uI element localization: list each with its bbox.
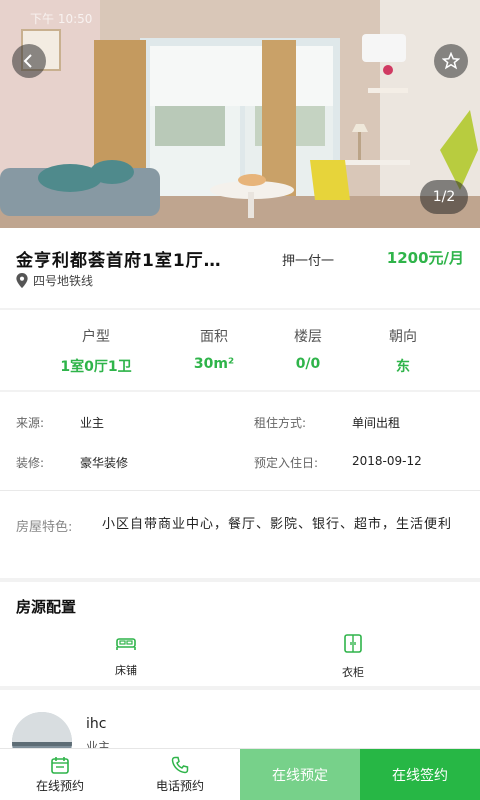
deposit-terms: 押一付一 — [282, 254, 335, 269]
stat-layout: 户型 1室0厅1卫 — [36, 326, 156, 376]
decor-value: 豪华装修 — [80, 456, 129, 470]
listing-price: 1200元/月 — [386, 249, 464, 267]
decor-label: 装修: — [16, 456, 45, 470]
stat-label: 户型 — [82, 329, 110, 345]
rent-mode-label: 租住方式: — [254, 416, 307, 430]
stat-value: 1室0厅1卫 — [60, 359, 132, 375]
online-reserve-button[interactable]: 在线预定 — [240, 749, 360, 800]
room-photo — [0, 0, 480, 228]
wardrobe-icon — [344, 634, 362, 653]
favorite-button[interactable] — [434, 44, 468, 78]
bottom-action-bar: 在线预约 电话预约 在线预定 在线签约 — [0, 748, 480, 800]
amenities-section: 房源配置 床铺 衣柜 — [0, 582, 480, 686]
stat-orientation: 朝向 东 — [343, 326, 463, 376]
feature-label: 房屋特色: — [16, 520, 73, 535]
amenity-label: 床铺 — [115, 664, 137, 677]
listing-header: 金亨利都荟首府1室1厅… 押一付一 1200元/月 四号地铁线 — [0, 228, 480, 308]
phone-appointment-label: 电话预约 — [155, 779, 204, 793]
location-text: 四号地铁线 — [33, 274, 94, 288]
landlord-name: ihc — [86, 716, 107, 732]
online-appointment-button[interactable]: 在线预约 — [0, 749, 120, 800]
calendar-icon — [51, 757, 69, 774]
amenity-wardrobe: 衣柜 — [293, 634, 413, 680]
photo-counter: 1/2 — [420, 180, 468, 214]
online-sign-button[interactable]: 在线签约 — [360, 749, 480, 800]
listing-stats: 户型 1室0厅1卫 面积 30m² 楼层 0/0 朝向 东 — [0, 310, 480, 390]
status-time: 下午 10:50 — [30, 12, 93, 26]
rent-mode-value: 单间出租 — [352, 416, 401, 430]
landlord-card[interactable]: ihc 业主 — [0, 690, 480, 772]
source-label: 来源: — [16, 416, 45, 430]
feature-text: 小区自带商业中心，餐厅、影院、银行、超市，生活便利 — [102, 517, 453, 532]
stat-label: 朝向 — [389, 329, 417, 345]
phone-appointment-button[interactable]: 电话预约 — [120, 749, 240, 800]
amenity-bed: 床铺 — [66, 634, 186, 678]
stat-value: 东 — [396, 359, 410, 375]
divider — [0, 490, 480, 491]
amenity-label: 衣柜 — [342, 666, 364, 679]
bed-icon — [116, 638, 136, 650]
location-row: 四号地铁线 — [16, 272, 93, 289]
hero-photo[interactable]: 下午 10:50 1/2 — [0, 0, 480, 228]
move-in-label: 预定入住日: — [254, 456, 319, 470]
star-icon — [442, 52, 460, 70]
source-value: 业主 — [80, 416, 105, 430]
location-pin-icon — [16, 273, 28, 288]
online-appointment-label: 在线预约 — [35, 779, 84, 793]
listing-title: 金亨利都荟首府1室1厅… — [16, 251, 222, 271]
move-in-value: 2018-09-12 — [352, 454, 422, 468]
phone-icon — [171, 756, 189, 774]
back-button[interactable] — [12, 44, 46, 78]
section-title: 房源配置 — [16, 598, 77, 616]
listing-details: 来源: 业主 租住方式: 单间出租 装修: 豪华装修 预定入住日: 2018-0… — [0, 392, 480, 578]
chevron-left-icon — [23, 54, 32, 68]
status-bar: 下午 10:50 — [0, 0, 480, 34]
